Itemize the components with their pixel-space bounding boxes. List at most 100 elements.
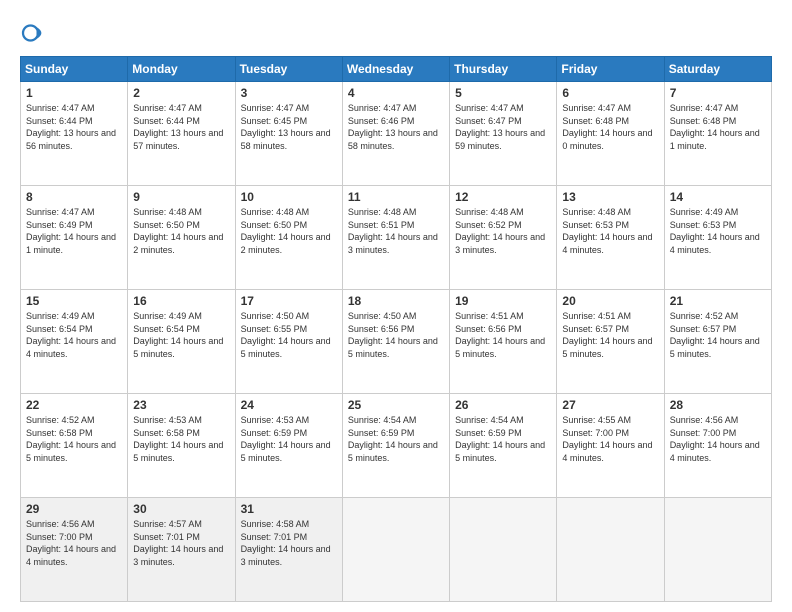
day-info: Sunrise: 4:54 AM Sunset: 6:59 PM Dayligh… xyxy=(348,414,444,464)
sunrise-label: Sunrise: 4:52 AM xyxy=(26,415,95,425)
daylight-label: Daylight: 14 hours and 4 minutes. xyxy=(26,336,116,359)
calendar-cell: 2 Sunrise: 4:47 AM Sunset: 6:44 PM Dayli… xyxy=(128,82,235,186)
calendar-cell: 4 Sunrise: 4:47 AM Sunset: 6:46 PM Dayli… xyxy=(342,82,449,186)
sunrise-label: Sunrise: 4:47 AM xyxy=(133,103,202,113)
sunset-label: Sunset: 6:57 PM xyxy=(670,324,737,334)
day-number: 25 xyxy=(348,398,444,412)
sunset-label: Sunset: 6:54 PM xyxy=(26,324,93,334)
logo-icon xyxy=(20,18,50,48)
calendar-header-monday: Monday xyxy=(128,57,235,82)
calendar-cell: 15 Sunrise: 4:49 AM Sunset: 6:54 PM Dayl… xyxy=(21,290,128,394)
sunrise-label: Sunrise: 4:47 AM xyxy=(348,103,417,113)
day-info: Sunrise: 4:49 AM Sunset: 6:54 PM Dayligh… xyxy=(26,310,122,360)
calendar-week-2: 8 Sunrise: 4:47 AM Sunset: 6:49 PM Dayli… xyxy=(21,186,772,290)
day-number: 29 xyxy=(26,502,122,516)
sunset-label: Sunset: 6:55 PM xyxy=(241,324,308,334)
day-number: 12 xyxy=(455,190,551,204)
sunset-label: Sunset: 6:50 PM xyxy=(133,220,200,230)
calendar-cell: 20 Sunrise: 4:51 AM Sunset: 6:57 PM Dayl… xyxy=(557,290,664,394)
calendar-cell: 16 Sunrise: 4:49 AM Sunset: 6:54 PM Dayl… xyxy=(128,290,235,394)
day-info: Sunrise: 4:56 AM Sunset: 7:00 PM Dayligh… xyxy=(670,414,766,464)
day-info: Sunrise: 4:47 AM Sunset: 6:44 PM Dayligh… xyxy=(26,102,122,152)
sunset-label: Sunset: 6:59 PM xyxy=(455,428,522,438)
daylight-label: Daylight: 13 hours and 58 minutes. xyxy=(348,128,438,151)
daylight-label: Daylight: 14 hours and 5 minutes. xyxy=(455,440,545,463)
daylight-label: Daylight: 14 hours and 2 minutes. xyxy=(241,232,331,255)
calendar-cell: 12 Sunrise: 4:48 AM Sunset: 6:52 PM Dayl… xyxy=(450,186,557,290)
sunset-label: Sunset: 6:48 PM xyxy=(562,116,629,126)
calendar-cell: 18 Sunrise: 4:50 AM Sunset: 6:56 PM Dayl… xyxy=(342,290,449,394)
calendar-cell: 7 Sunrise: 4:47 AM Sunset: 6:48 PM Dayli… xyxy=(664,82,771,186)
sunrise-label: Sunrise: 4:50 AM xyxy=(348,311,417,321)
daylight-label: Daylight: 14 hours and 5 minutes. xyxy=(455,336,545,359)
day-info: Sunrise: 4:53 AM Sunset: 6:58 PM Dayligh… xyxy=(133,414,229,464)
day-info: Sunrise: 4:49 AM Sunset: 6:53 PM Dayligh… xyxy=(670,206,766,256)
day-info: Sunrise: 4:47 AM Sunset: 6:48 PM Dayligh… xyxy=(670,102,766,152)
day-info: Sunrise: 4:47 AM Sunset: 6:46 PM Dayligh… xyxy=(348,102,444,152)
day-number: 28 xyxy=(670,398,766,412)
day-number: 15 xyxy=(26,294,122,308)
sunrise-label: Sunrise: 4:48 AM xyxy=(348,207,417,217)
calendar-header-row: SundayMondayTuesdayWednesdayThursdayFrid… xyxy=(21,57,772,82)
sunrise-label: Sunrise: 4:58 AM xyxy=(241,519,310,529)
sunset-label: Sunset: 6:52 PM xyxy=(455,220,522,230)
calendar-cell: 6 Sunrise: 4:47 AM Sunset: 6:48 PM Dayli… xyxy=(557,82,664,186)
day-info: Sunrise: 4:54 AM Sunset: 6:59 PM Dayligh… xyxy=(455,414,551,464)
sunrise-label: Sunrise: 4:54 AM xyxy=(455,415,524,425)
calendar-cell: 9 Sunrise: 4:48 AM Sunset: 6:50 PM Dayli… xyxy=(128,186,235,290)
day-number: 11 xyxy=(348,190,444,204)
calendar-cell: 22 Sunrise: 4:52 AM Sunset: 6:58 PM Dayl… xyxy=(21,394,128,498)
daylight-label: Daylight: 14 hours and 1 minute. xyxy=(26,232,116,255)
sunset-label: Sunset: 6:53 PM xyxy=(670,220,737,230)
daylight-label: Daylight: 14 hours and 5 minutes. xyxy=(670,336,760,359)
sunrise-label: Sunrise: 4:52 AM xyxy=(670,311,739,321)
calendar-header-tuesday: Tuesday xyxy=(235,57,342,82)
calendar-cell: 21 Sunrise: 4:52 AM Sunset: 6:57 PM Dayl… xyxy=(664,290,771,394)
day-number: 22 xyxy=(26,398,122,412)
day-number: 21 xyxy=(670,294,766,308)
daylight-label: Daylight: 14 hours and 2 minutes. xyxy=(133,232,223,255)
daylight-label: Daylight: 14 hours and 1 minute. xyxy=(670,128,760,151)
calendar-cell: 8 Sunrise: 4:47 AM Sunset: 6:49 PM Dayli… xyxy=(21,186,128,290)
sunset-label: Sunset: 6:59 PM xyxy=(241,428,308,438)
sunrise-label: Sunrise: 4:48 AM xyxy=(562,207,631,217)
sunrise-label: Sunrise: 4:47 AM xyxy=(455,103,524,113)
day-info: Sunrise: 4:47 AM Sunset: 6:47 PM Dayligh… xyxy=(455,102,551,152)
calendar-header-sunday: Sunday xyxy=(21,57,128,82)
calendar-cell: 1 Sunrise: 4:47 AM Sunset: 6:44 PM Dayli… xyxy=(21,82,128,186)
day-info: Sunrise: 4:50 AM Sunset: 6:55 PM Dayligh… xyxy=(241,310,337,360)
sunset-label: Sunset: 6:50 PM xyxy=(241,220,308,230)
calendar-cell: 24 Sunrise: 4:53 AM Sunset: 6:59 PM Dayl… xyxy=(235,394,342,498)
day-info: Sunrise: 4:52 AM Sunset: 6:57 PM Dayligh… xyxy=(670,310,766,360)
day-info: Sunrise: 4:51 AM Sunset: 6:57 PM Dayligh… xyxy=(562,310,658,360)
daylight-label: Daylight: 14 hours and 5 minutes. xyxy=(348,336,438,359)
daylight-label: Daylight: 14 hours and 4 minutes. xyxy=(562,232,652,255)
calendar-week-3: 15 Sunrise: 4:49 AM Sunset: 6:54 PM Dayl… xyxy=(21,290,772,394)
day-info: Sunrise: 4:47 AM Sunset: 6:44 PM Dayligh… xyxy=(133,102,229,152)
daylight-label: Daylight: 14 hours and 4 minutes. xyxy=(26,544,116,567)
sunset-label: Sunset: 6:58 PM xyxy=(133,428,200,438)
sunset-label: Sunset: 6:51 PM xyxy=(348,220,415,230)
daylight-label: Daylight: 13 hours and 59 minutes. xyxy=(455,128,545,151)
day-number: 20 xyxy=(562,294,658,308)
day-info: Sunrise: 4:56 AM Sunset: 7:00 PM Dayligh… xyxy=(26,518,122,568)
daylight-label: Daylight: 14 hours and 5 minutes. xyxy=(133,440,223,463)
day-number: 2 xyxy=(133,86,229,100)
sunrise-label: Sunrise: 4:51 AM xyxy=(562,311,631,321)
calendar-cell: 3 Sunrise: 4:47 AM Sunset: 6:45 PM Dayli… xyxy=(235,82,342,186)
daylight-label: Daylight: 13 hours and 58 minutes. xyxy=(241,128,331,151)
sunset-label: Sunset: 7:01 PM xyxy=(133,532,200,542)
sunset-label: Sunset: 6:44 PM xyxy=(26,116,93,126)
calendar-cell: 23 Sunrise: 4:53 AM Sunset: 6:58 PM Dayl… xyxy=(128,394,235,498)
sunset-label: Sunset: 6:53 PM xyxy=(562,220,629,230)
sunset-label: Sunset: 6:58 PM xyxy=(26,428,93,438)
day-info: Sunrise: 4:58 AM Sunset: 7:01 PM Dayligh… xyxy=(241,518,337,568)
page: SundayMondayTuesdayWednesdayThursdayFrid… xyxy=(0,0,792,612)
day-number: 27 xyxy=(562,398,658,412)
calendar-cell: 5 Sunrise: 4:47 AM Sunset: 6:47 PM Dayli… xyxy=(450,82,557,186)
sunrise-label: Sunrise: 4:47 AM xyxy=(26,103,95,113)
day-info: Sunrise: 4:53 AM Sunset: 6:59 PM Dayligh… xyxy=(241,414,337,464)
day-number: 10 xyxy=(241,190,337,204)
day-info: Sunrise: 4:48 AM Sunset: 6:50 PM Dayligh… xyxy=(133,206,229,256)
day-info: Sunrise: 4:48 AM Sunset: 6:53 PM Dayligh… xyxy=(562,206,658,256)
